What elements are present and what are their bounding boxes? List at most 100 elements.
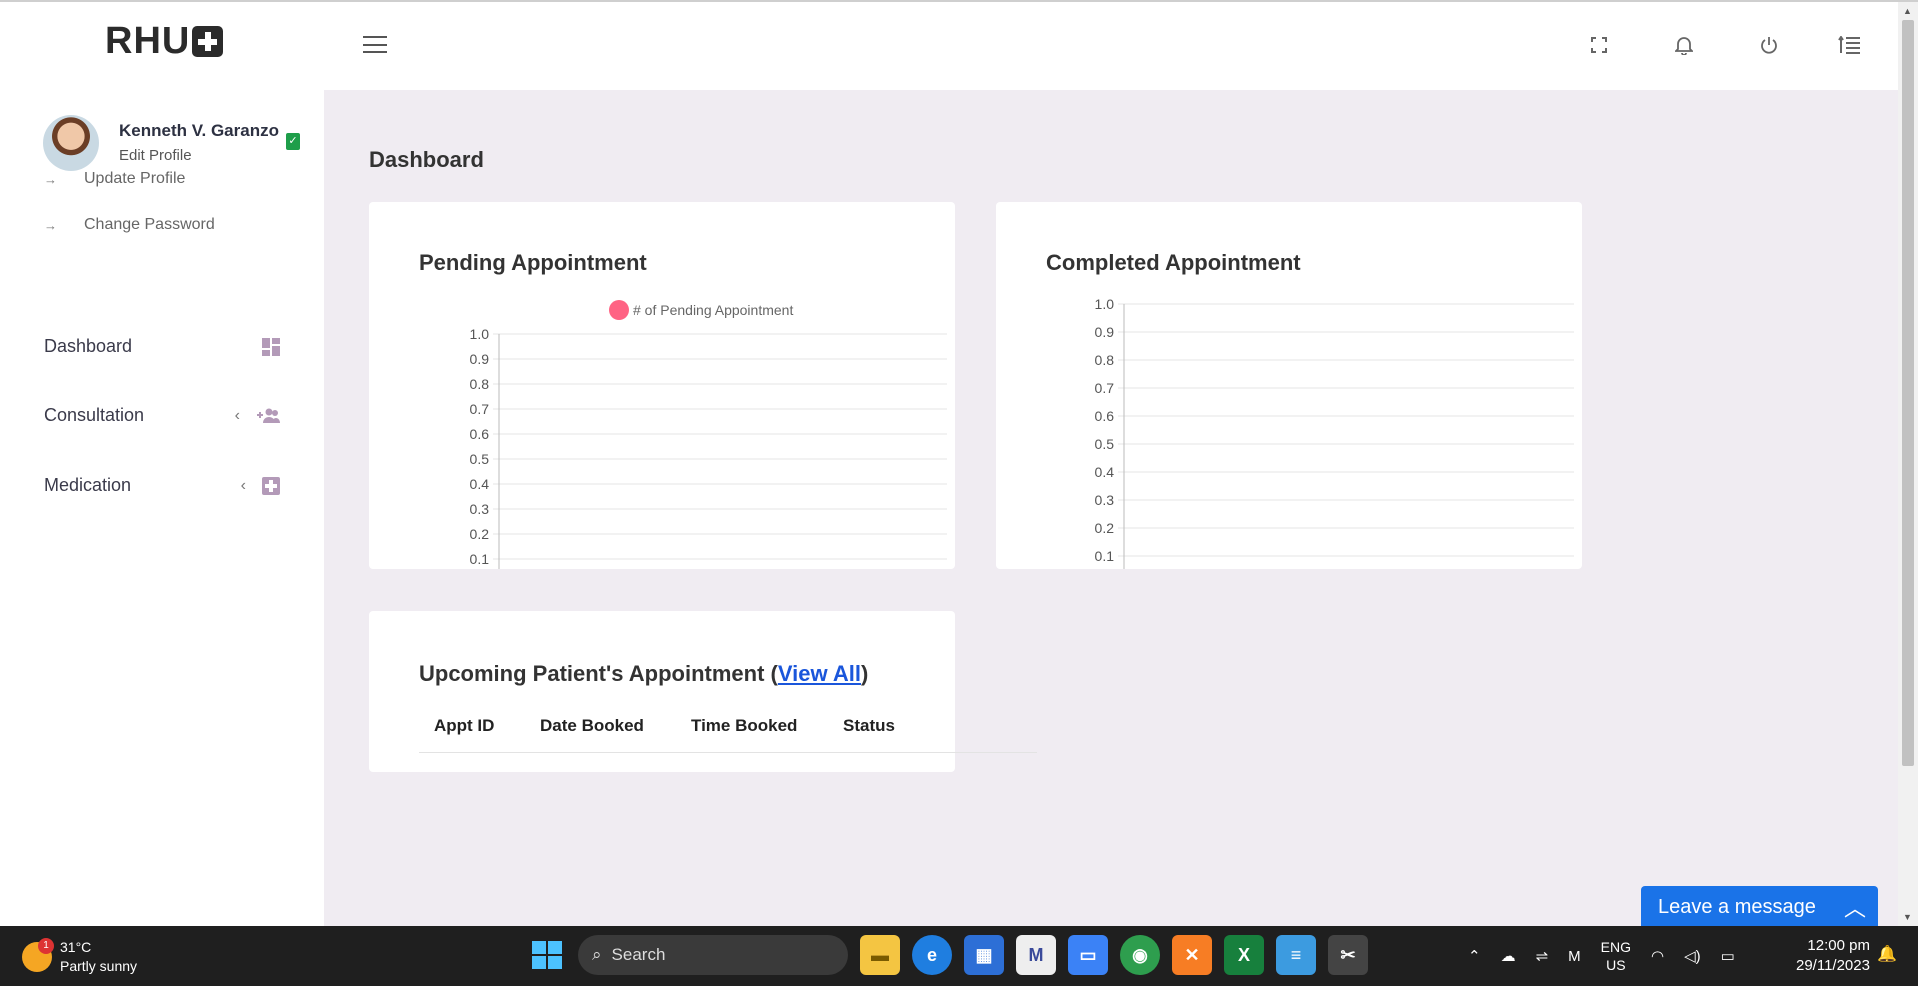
pending-appointment-chart: 1.00.90.80.70.60.50.40.30.20.10 <box>470 326 947 569</box>
view-all-link[interactable]: View All <box>778 661 861 686</box>
y-tick-label: 0.5 <box>1095 436 1115 452</box>
windows-taskbar: 1 31°C Partly sunny ⌕ Search ▬ e ▦ M ▭ ◉… <box>0 926 1918 986</box>
arrow-right-icon: → <box>44 217 57 233</box>
table-title: Upcoming Patient's Appointment (View All… <box>419 661 868 687</box>
avatar[interactable] <box>43 115 99 171</box>
y-tick-label: 0.2 <box>1095 520 1115 536</box>
y-tick-label: 0.6 <box>470 426 490 442</box>
pending-appointment-card: Pending Appointment # of Pending Appoint… <box>369 202 955 569</box>
sidebar-item-consultation[interactable]: Consultation ‹ <box>44 405 280 426</box>
check-badge-icon: ✓ <box>286 133 300 150</box>
app-window: RHU Kenneth V. Garanzo Edit Profile ✓ → … <box>0 2 1898 926</box>
search-label: Search <box>611 945 666 964</box>
y-tick-label: 0.4 <box>1095 464 1115 480</box>
taskbar-clock[interactable]: 12:00 pm 29/11/2023 <box>1796 936 1870 976</box>
sidebar-item-label: Dashboard <box>44 336 133 356</box>
volume-icon[interactable]: ◁) <box>1684 947 1701 965</box>
y-tick-label: 0.7 <box>1095 380 1115 396</box>
chrome-browser-icon[interactable]: ◉ <box>1120 935 1160 975</box>
scroll-down-arrow-icon[interactable]: ▼ <box>1903 912 1912 922</box>
user-name: Kenneth V. Garanzo <box>119 121 279 140</box>
chevron-left-icon: ‹ <box>234 406 240 424</box>
snipping-tool-icon[interactable]: ✂ <box>1328 935 1368 975</box>
sidebar-item-dashboard[interactable]: Dashboard <box>44 336 280 357</box>
hamburger-menu-icon[interactable] <box>363 36 387 53</box>
medical-cross-icon <box>262 476 280 495</box>
column-header-appt-id[interactable]: Appt ID <box>434 716 494 736</box>
y-tick-label: 0.1 <box>1095 548 1115 564</box>
table-title-text: Upcoming Patient's Appointment ( <box>419 661 778 686</box>
weather-widget[interactable]: 1 31°C Partly sunny <box>22 938 137 976</box>
y-tick-label: 0.9 <box>470 351 490 367</box>
scroll-up-arrow-icon[interactable]: ▲ <box>1903 6 1912 16</box>
excel-icon[interactable]: X <box>1224 935 1264 975</box>
users-add-icon <box>257 408 280 423</box>
y-tick-label: 0.3 <box>470 501 490 517</box>
y-tick-label: 0.1 <box>470 551 490 567</box>
partly-sunny-icon: 1 <box>22 938 54 972</box>
bell-icon[interactable] <box>1669 30 1699 60</box>
y-tick-label: 0.9 <box>1095 324 1115 340</box>
notepad-icon[interactable]: ≡ <box>1276 935 1316 975</box>
y-tick-label: 0.8 <box>470 376 490 392</box>
y-tick-label: 0.5 <box>470 451 490 467</box>
mail-app-icon[interactable]: M <box>1016 935 1056 975</box>
y-tick-label: 0.3 <box>1095 492 1115 508</box>
lang-code: ENG <box>1600 939 1631 955</box>
column-header-status[interactable]: Status <box>843 716 895 736</box>
battery-icon[interactable]: ▭ <box>1721 947 1735 965</box>
microsoft-store-icon[interactable]: ▦ <box>964 935 1004 975</box>
wifi-icon[interactable]: ◠ <box>1651 947 1664 965</box>
windows-start-icon[interactable] <box>526 935 566 975</box>
upcoming-appointments-card: Upcoming Patient's Appointment (View All… <box>369 611 1037 772</box>
power-icon[interactable] <box>1754 30 1784 60</box>
system-tray: ⌃ ☁ ⇌ M ENG US ◠ ◁) ▭ <box>1468 938 1735 974</box>
update-profile-label: Update Profile <box>84 170 186 187</box>
clock-date: 29/11/2023 <box>1796 957 1870 974</box>
taskbar-search[interactable]: ⌕ Search <box>578 935 848 975</box>
column-header-date-booked[interactable]: Date Booked <box>540 716 644 736</box>
notification-badge: 1 <box>38 938 54 954</box>
column-header-time-booked[interactable]: Time Booked <box>691 716 797 736</box>
sidebar-item-medication[interactable]: Medication ‹ <box>44 475 280 496</box>
y-tick-label: 1.0 <box>470 326 490 342</box>
sidebar: RHU Kenneth V. Garanzo Edit Profile ✓ → … <box>0 2 324 926</box>
weather-desc: Partly sunny <box>60 958 138 974</box>
change-password-link[interactable]: → Change Password <box>44 216 215 234</box>
fullscreen-icon[interactable] <box>1584 30 1614 60</box>
chevron-up-icon[interactable]: ⌃ <box>1468 947 1481 965</box>
chevron-left-icon: ‹ <box>240 476 246 494</box>
chat-app-icon[interactable]: ▭ <box>1068 935 1108 975</box>
page-scrollbar[interactable]: ▲ ▼ <box>1898 2 1918 926</box>
notification-bell-icon[interactable]: 🔔 <box>1877 944 1897 964</box>
mail-tray-icon[interactable]: M <box>1568 948 1581 965</box>
cloud-error-icon[interactable]: ☁ <box>1501 947 1516 965</box>
logo-text: RHU <box>105 20 191 62</box>
y-tick-label: 0.7 <box>470 401 490 417</box>
file-explorer-icon[interactable]: ▬ <box>860 935 900 975</box>
table-title-suffix: ) <box>861 661 869 686</box>
leave-message-button[interactable]: Leave a message ︿ <box>1641 886 1878 926</box>
clock-time: 12:00 pm <box>1807 937 1870 954</box>
y-tick-label: 0.2 <box>470 526 490 542</box>
table-header-row: Appt ID Date Booked Time Booked Status <box>419 716 1037 753</box>
region-code: US <box>1606 957 1626 973</box>
y-tick-label: 1.0 <box>1095 296 1115 312</box>
y-tick-label: 0.6 <box>1095 408 1115 424</box>
sidebar-item-label: Medication <box>44 475 132 495</box>
update-profile-link[interactable]: → Update Profile <box>44 170 185 188</box>
scrollbar-thumb[interactable] <box>1902 20 1914 766</box>
settings-sliders-icon[interactable]: ⇌ <box>1536 947 1549 965</box>
list-indent-icon[interactable] <box>1834 30 1864 60</box>
leave-message-label: Leave a message <box>1658 895 1816 918</box>
taskbar-apps: ⌕ Search ▬ e ▦ M ▭ ◉ ✕ X ≡ ✂ <box>526 935 1368 975</box>
logo-cross-icon <box>192 26 224 57</box>
page-title: Dashboard <box>369 147 484 172</box>
xampp-icon[interactable]: ✕ <box>1172 935 1212 975</box>
edge-browser-icon[interactable]: e <box>912 935 952 975</box>
main-content: Dashboard Pending Appointment # of Pendi… <box>324 90 1898 926</box>
edit-profile-link[interactable]: Edit Profile <box>119 147 192 164</box>
chevron-up-icon: ︿ <box>1843 896 1866 921</box>
language-indicator[interactable]: ENG US <box>1601 938 1631 974</box>
logo[interactable]: RHU <box>105 20 224 63</box>
